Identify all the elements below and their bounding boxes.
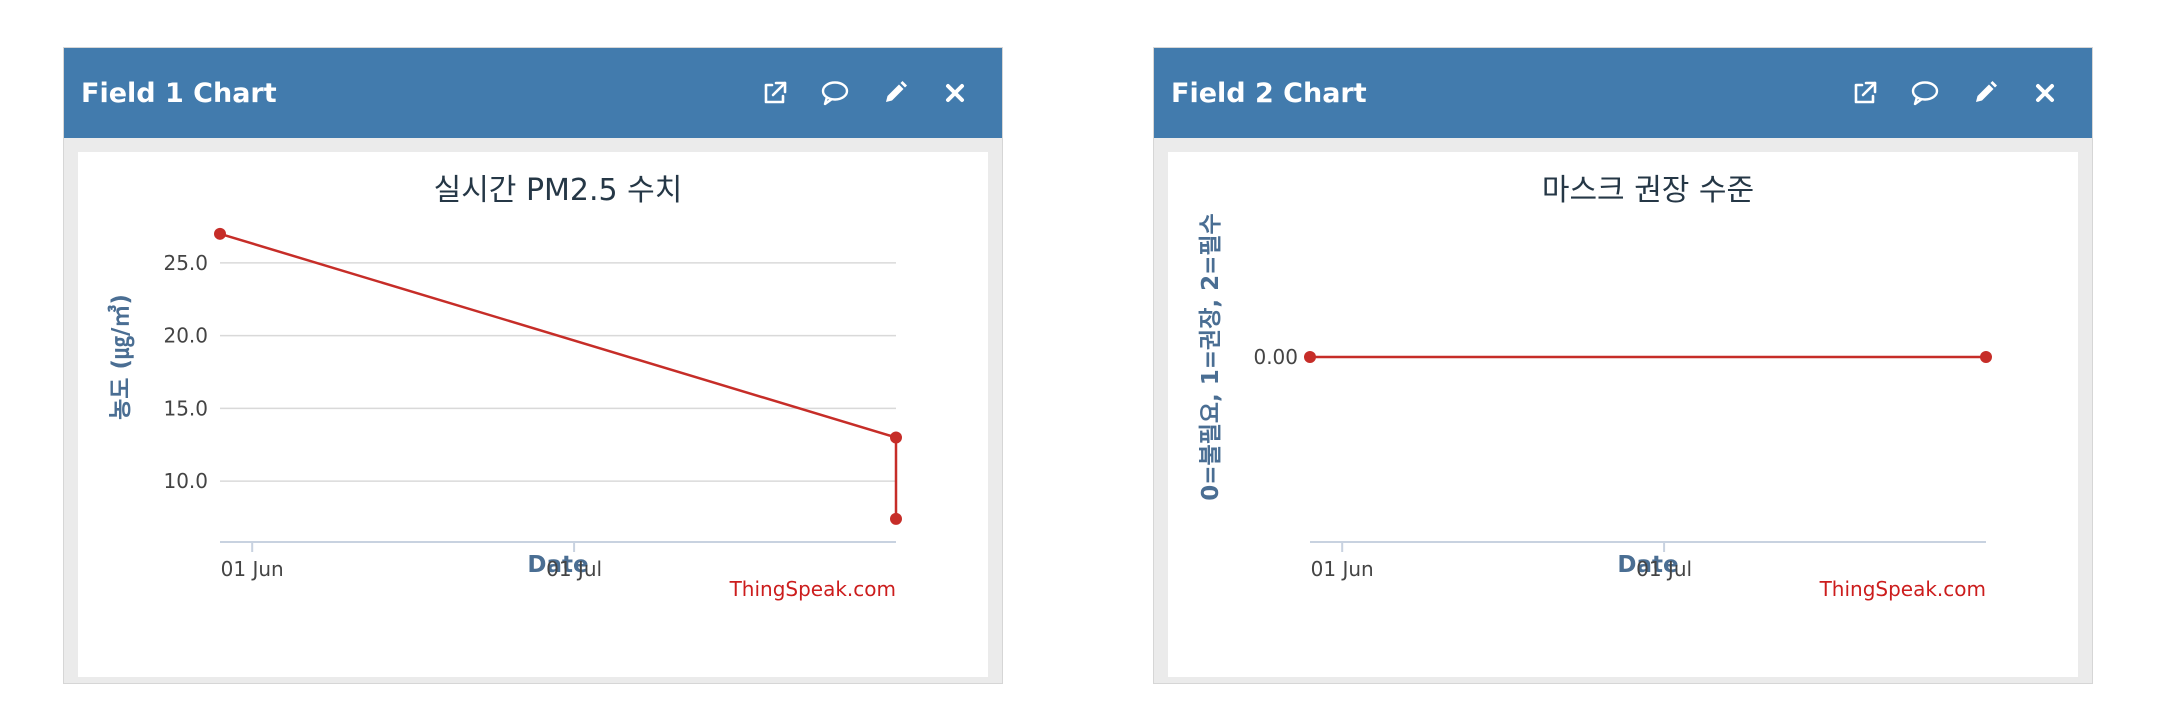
chart-title: 실시간 PM2.5 수치 (434, 173, 683, 208)
pencil-icon[interactable] (1968, 76, 2002, 110)
x-tick-label: 01 Jun (1311, 557, 1374, 581)
x-tick-label: 01 Jul (546, 557, 602, 581)
widget-header: Field 1 Chart (64, 48, 1002, 138)
series-line (219, 232, 898, 519)
pencil-icon[interactable] (878, 76, 912, 110)
comment-icon[interactable] (1908, 76, 1942, 110)
data-point[interactable] (214, 227, 226, 240)
data-point[interactable] (1304, 351, 1316, 363)
y-tick-label: 25.0 (163, 251, 208, 275)
widget-toolbar (758, 48, 972, 138)
data-point[interactable] (890, 512, 902, 525)
thingspeak-credit[interactable]: ThingSpeak.com (1819, 577, 1986, 601)
widget-title: Field 2 Chart (1171, 77, 1367, 109)
chart-area: 실시간 PM2.5 수치 Date 농도 (㎍/㎥) ThingSpeak.co… (78, 152, 988, 677)
close-icon[interactable] (938, 76, 972, 110)
widget-toolbar (1848, 48, 2062, 138)
data-point[interactable] (1980, 351, 1992, 363)
chart-svg: 마스크 권장 수준 Date 0=불필요, 1=권장, 2=필수 ThingSp… (1198, 173, 1992, 601)
y-tick-label: 10.0 (163, 469, 208, 493)
chart-area: 마스크 권장 수준 Date 0=불필요, 1=권장, 2=필수 ThingSp… (1168, 152, 2078, 677)
y-tick-label: 15.0 (163, 396, 208, 420)
field-2-chart-widget: Field 2 Chart 마스크 권장 수준 Date 0=불필요, 1=권장… (1153, 47, 2093, 684)
y-tick-label: 20.0 (163, 324, 208, 348)
y-tick-label: 0.00 (1253, 345, 1298, 369)
thingspeak-credit[interactable]: ThingSpeak.com (729, 577, 896, 601)
y-axis-title: 농도 (㎍/㎥) (107, 294, 135, 420)
external-link-icon[interactable] (1848, 76, 1882, 110)
widget-header: Field 2 Chart (1154, 48, 2092, 138)
chart-svg: 실시간 PM2.5 수치 Date 농도 (㎍/㎥) ThingSpeak.co… (107, 173, 902, 601)
close-icon[interactable] (2028, 76, 2062, 110)
data-point[interactable] (890, 431, 902, 444)
widget-title: Field 1 Chart (81, 77, 277, 109)
y-axis-title: 0=불필요, 1=권장, 2=필수 (1198, 213, 1224, 500)
x-tick-label: 01 Jul (1636, 557, 1692, 581)
field-1-chart-widget: Field 1 Chart 실시간 PM2.5 수치 Date 농도 (㎍/㎥)… (63, 47, 1003, 684)
chart-title: 마스크 권장 수준 (1542, 173, 1754, 208)
comment-icon[interactable] (818, 76, 852, 110)
x-tick-label: 01 Jun (221, 557, 284, 581)
external-link-icon[interactable] (758, 76, 792, 110)
